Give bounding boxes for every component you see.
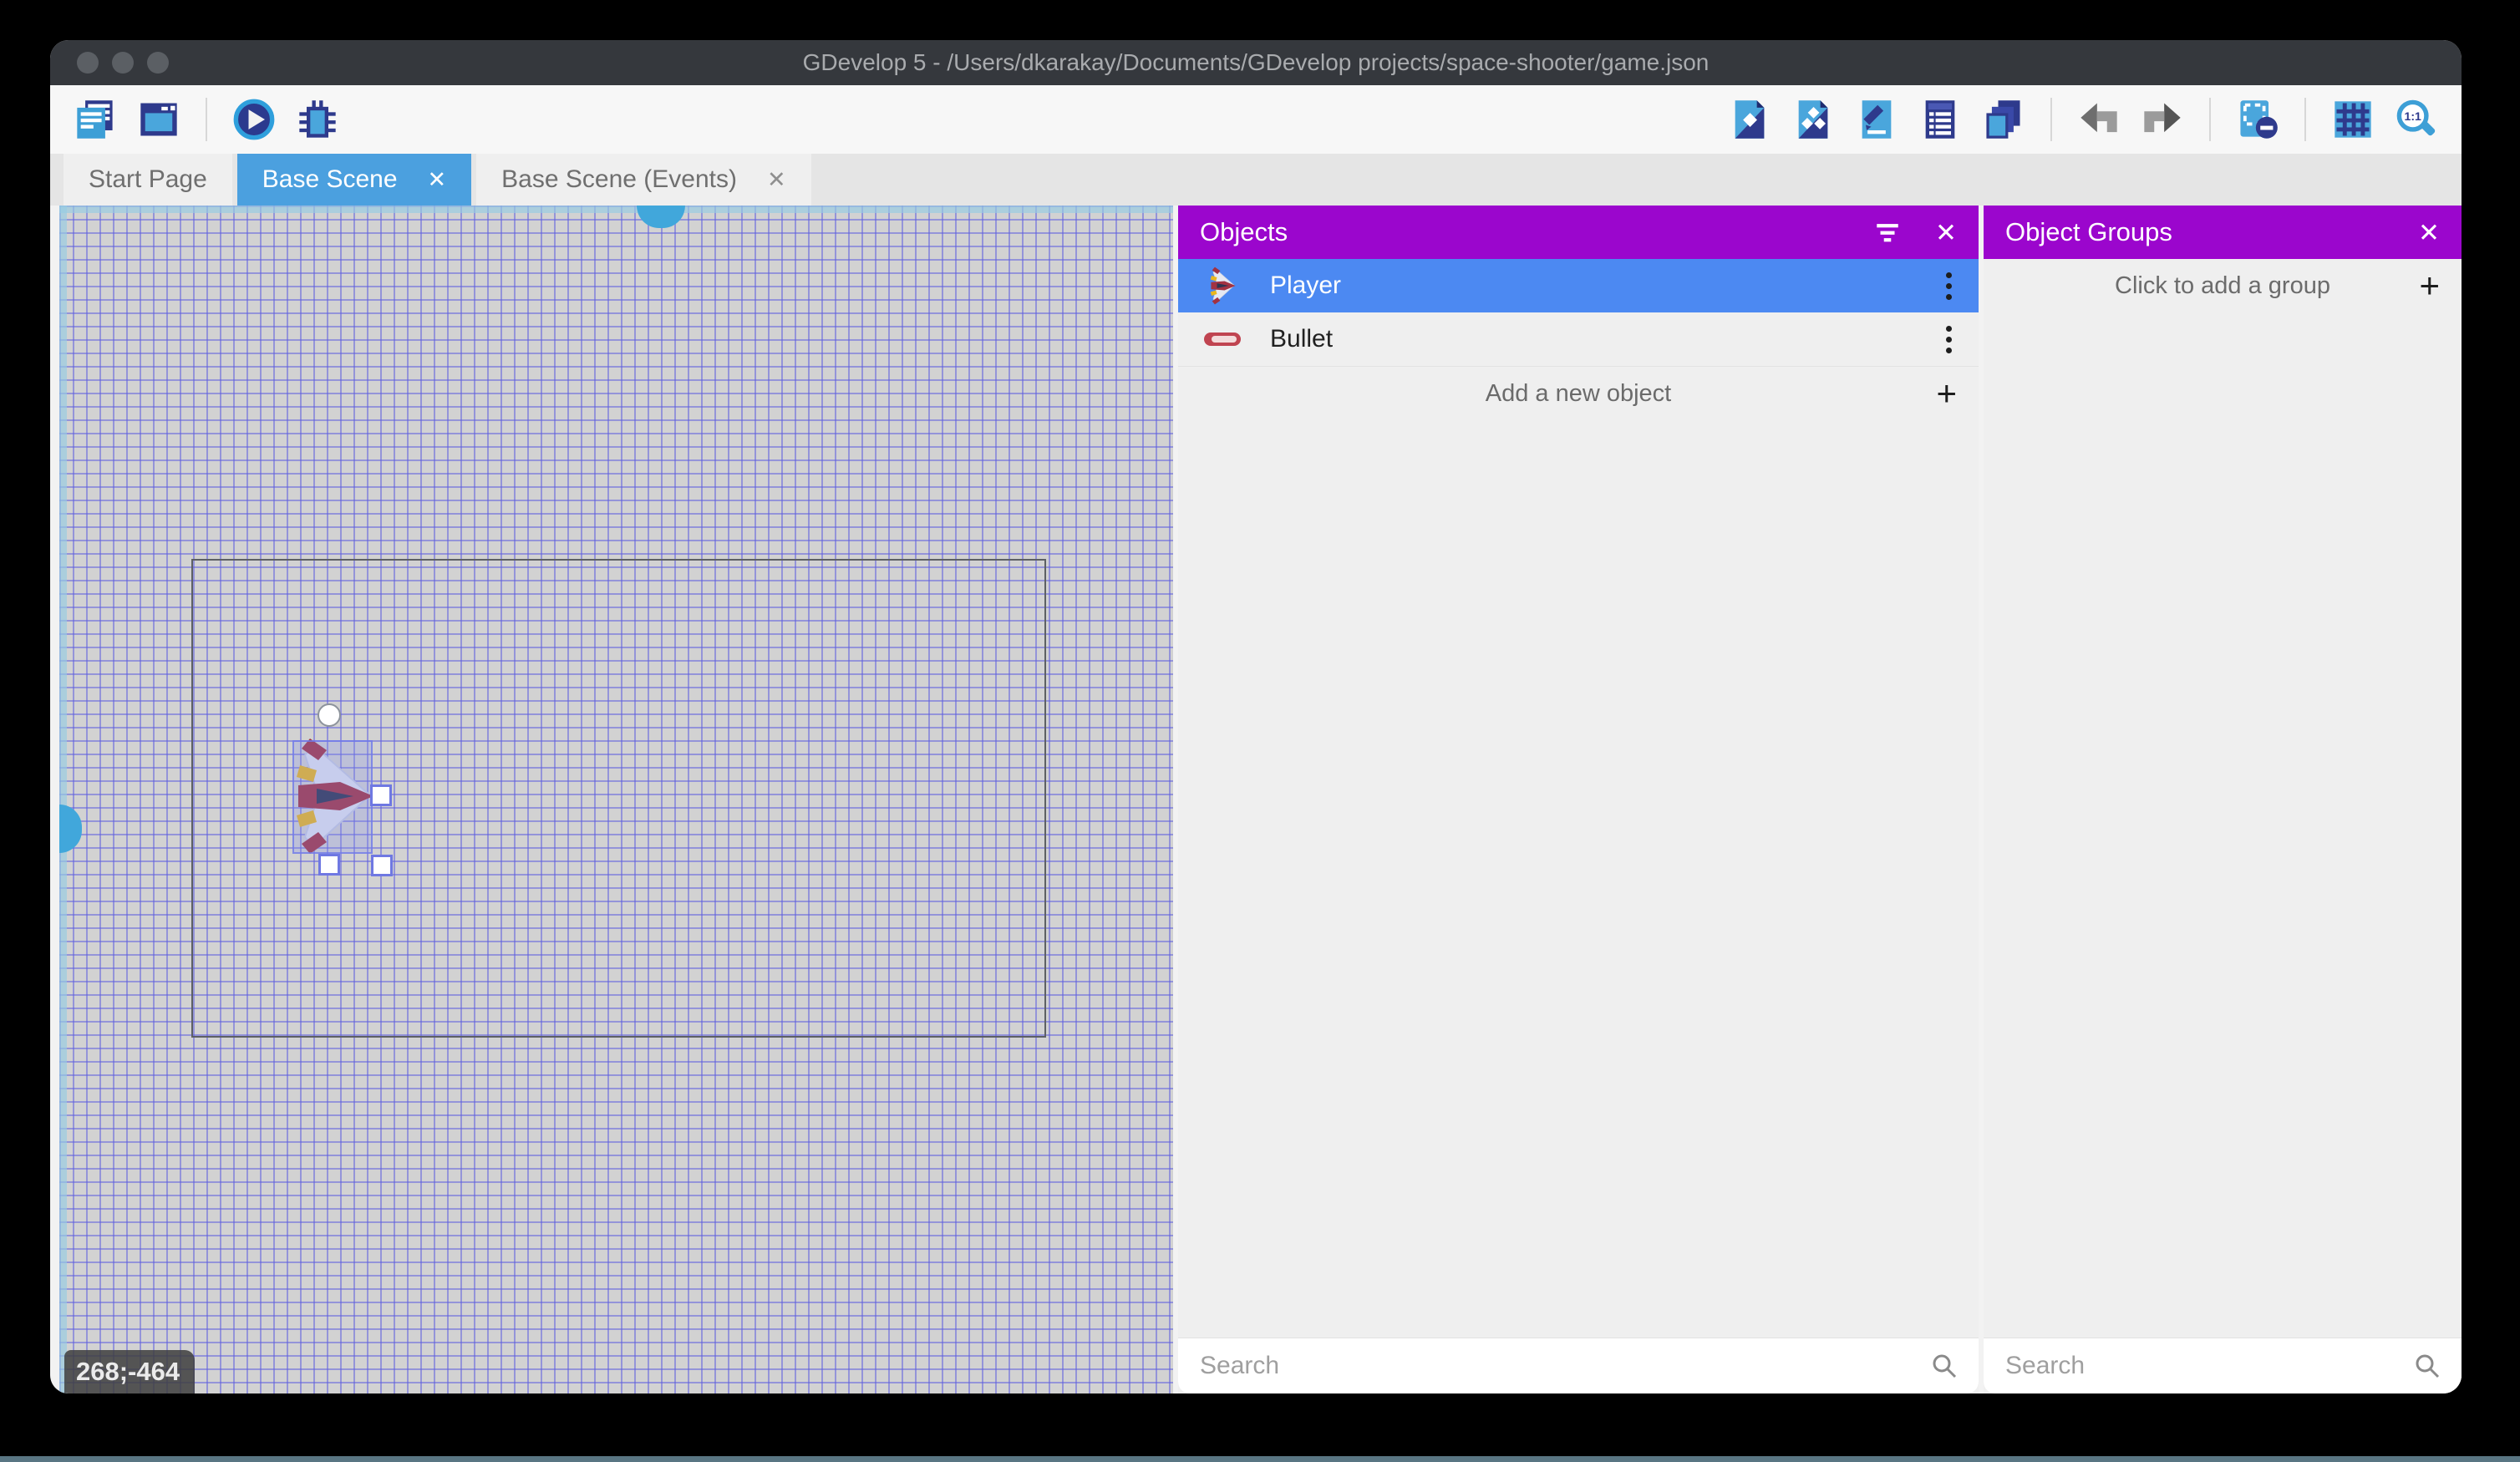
redo-icon[interactable] xyxy=(2139,96,2186,143)
bullet-thumbnail xyxy=(1200,332,1245,347)
debug-icon[interactable] xyxy=(294,96,341,143)
vertical-scrollbar-thumb[interactable] xyxy=(59,805,82,853)
window-mask-icon[interactable] xyxy=(2234,96,2281,143)
toolbar-right-group: 1:1 xyxy=(1726,96,2440,143)
rotate-handle[interactable] xyxy=(318,703,341,727)
window-title: GDevelop 5 - /Users/dkarakay/Documents/G… xyxy=(803,49,1710,76)
new-window-icon[interactable] xyxy=(135,96,182,143)
toolbar-left-group xyxy=(72,96,341,143)
plus-icon[interactable]: + xyxy=(2419,268,2440,303)
toolbar-separator xyxy=(2209,98,2211,141)
close-icon[interactable]: ✕ xyxy=(428,169,447,191)
search-icon xyxy=(1930,1352,1959,1380)
add-group-label: Click to add a group xyxy=(2115,272,2330,300)
close-icon[interactable]: ✕ xyxy=(767,169,786,191)
object-groups-panel-icon[interactable] xyxy=(1790,96,1837,143)
editor-tab-bar: Start Page Base Scene ✕ Base Scene (Even… xyxy=(50,154,2462,206)
resize-handle-corner[interactable] xyxy=(371,855,393,876)
screenshot-root: GDevelop 5 - /Users/dkarakay/Documents/G… xyxy=(0,0,2520,1462)
object-groups-panel-header: Object Groups ✕ xyxy=(1984,206,2462,259)
tab-label: Base Scene xyxy=(262,165,398,194)
object-menu-kebab-icon[interactable] xyxy=(1941,321,1957,358)
horizontal-scrollbar-thumb[interactable] xyxy=(637,206,685,228)
zoom-button[interactable] xyxy=(147,52,169,74)
objects-header-icons: ✕ xyxy=(1873,218,1957,246)
objects-panel: Objects ✕ xyxy=(1178,206,1979,1393)
preview-play-icon[interactable] xyxy=(231,96,277,143)
cursor-coordinates-badge: 268;-464 xyxy=(64,1350,195,1393)
background-window-edge xyxy=(0,1456,2520,1462)
player-ship-thumbnail xyxy=(1200,267,1245,305)
add-object-label: Add a new object xyxy=(1486,380,1671,408)
grid-icon[interactable] xyxy=(2329,96,2376,143)
horizontal-scrollbar-track xyxy=(59,206,1173,213)
main-content: 268;-464 Objects ✕ xyxy=(50,206,2462,1393)
resize-handle-bottom[interactable] xyxy=(318,854,340,876)
object-row-player[interactable]: Player xyxy=(1178,259,1979,312)
plus-icon[interactable]: + xyxy=(1936,376,1957,411)
object-row-bullet[interactable]: Bullet xyxy=(1178,312,1979,367)
main-toolbar: 1:1 xyxy=(50,85,2462,154)
filter-icon[interactable] xyxy=(1873,218,1902,246)
instances-list-icon[interactable] xyxy=(1917,96,1964,143)
minimize-button[interactable] xyxy=(112,52,134,74)
traffic-lights xyxy=(77,52,169,74)
title-bar: GDevelop 5 - /Users/dkarakay/Documents/G… xyxy=(50,40,2462,85)
properties-panel-icon[interactable] xyxy=(1853,96,1900,143)
undo-icon[interactable] xyxy=(2075,96,2122,143)
project-manager-icon[interactable] xyxy=(72,96,119,143)
tab-label: Base Scene (Events) xyxy=(501,165,737,194)
object-menu-kebab-icon[interactable] xyxy=(1941,267,1957,305)
search-icon xyxy=(2413,1352,2441,1380)
zoom-ratio-label: 1:1 xyxy=(2404,109,2421,123)
tab-base-scene-events[interactable]: Base Scene (Events) ✕ xyxy=(476,154,810,206)
panel-title: Objects xyxy=(1200,217,1873,247)
object-name: Player xyxy=(1270,272,1341,300)
close-icon[interactable]: ✕ xyxy=(2418,220,2440,246)
objects-search-box xyxy=(1178,1338,1979,1393)
objects-panel-header: Objects ✕ xyxy=(1178,206,1979,259)
zoom-1-1-icon[interactable]: 1:1 xyxy=(2393,96,2440,143)
tab-base-scene[interactable]: Base Scene ✕ xyxy=(237,154,471,206)
add-group-row[interactable]: Click to add a group + xyxy=(1984,259,2462,312)
object-groups-panel: Object Groups ✕ Click to add a group + xyxy=(1984,206,2462,1393)
close-button[interactable] xyxy=(77,52,99,74)
toolbar-separator xyxy=(206,98,207,141)
close-icon[interactable]: ✕ xyxy=(1935,220,1957,246)
panel-title: Object Groups xyxy=(2005,217,2418,247)
selection-overlay xyxy=(292,740,373,854)
toolbar-separator xyxy=(2304,98,2306,141)
objects-panel-icon[interactable] xyxy=(1726,96,1773,143)
resize-handle-right[interactable] xyxy=(370,784,392,806)
objects-search-input[interactable] xyxy=(1198,1351,1930,1381)
groups-search-box xyxy=(1984,1338,2462,1393)
tab-label: Start Page xyxy=(89,165,207,194)
toolbar-separator xyxy=(2050,98,2052,141)
layers-panel-icon[interactable] xyxy=(1980,96,2027,143)
scene-canvas[interactable]: 268;-464 xyxy=(59,206,1173,1393)
object-name: Bullet xyxy=(1270,325,1333,353)
tab-start-page[interactable]: Start Page xyxy=(64,154,232,206)
groups-search-input[interactable] xyxy=(2004,1351,2413,1381)
gdevelop-window: GDevelop 5 - /Users/dkarakay/Documents/G… xyxy=(50,40,2462,1393)
vertical-scrollbar-track xyxy=(59,206,67,1393)
add-object-row[interactable]: Add a new object + xyxy=(1178,367,1979,420)
